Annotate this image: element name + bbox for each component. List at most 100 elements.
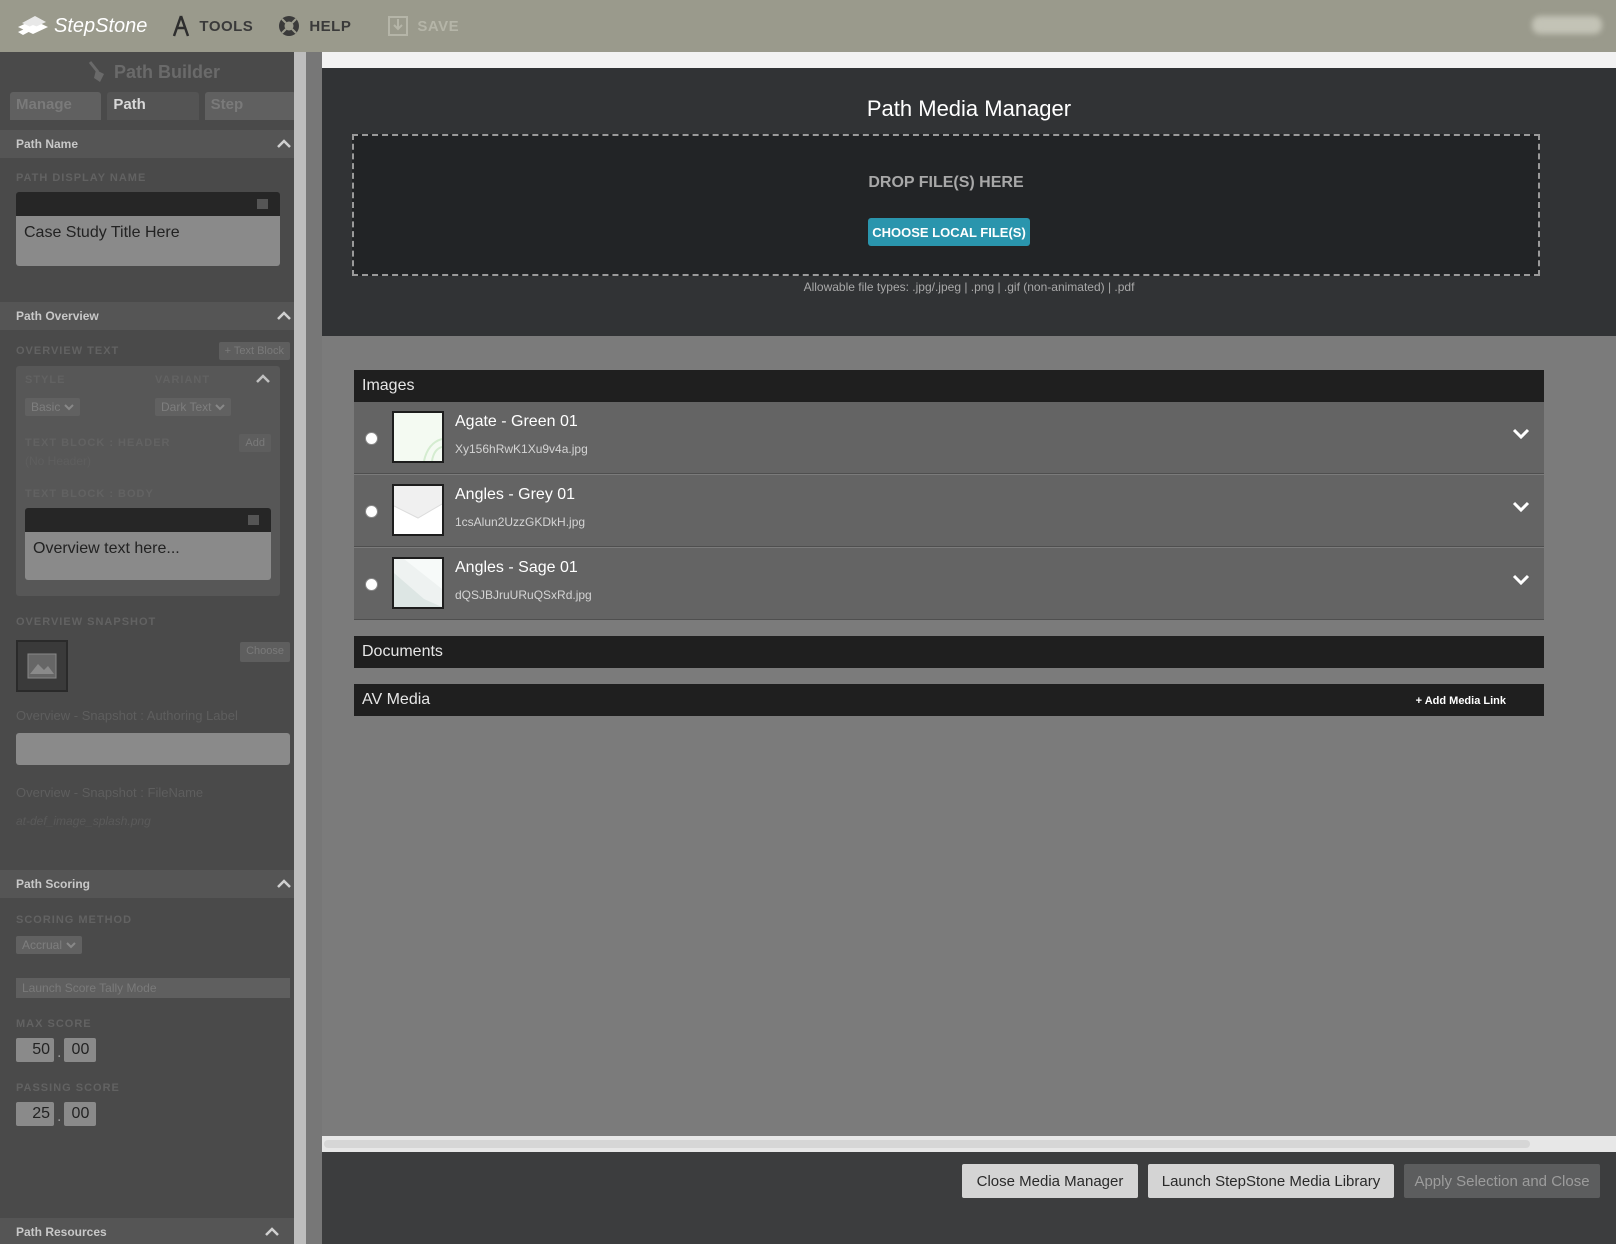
apply-selection-button[interactable]: Apply Selection and Close (1404, 1164, 1600, 1198)
path-name-body: PATH DISPLAY NAME Case Study Title Here (0, 158, 306, 266)
path-builder-sidebar: Path Builder Manage Path Step Path Name … (0, 52, 306, 1244)
snapshot-thumbnail (16, 640, 68, 692)
chevron-down-icon (215, 403, 226, 410)
av-media-section-header: AV Media + Add Media Link (354, 684, 1544, 716)
path-map-strip (322, 52, 1616, 68)
chevron-up-icon[interactable] (255, 374, 271, 384)
horizontal-scrollbar[interactable] (324, 1140, 1530, 1148)
chevron-up-icon[interactable] (264, 1227, 280, 1237)
av-media-header-text: AV Media (362, 691, 431, 708)
image-filename: 1csAlun2UzzGKDkH.jpg (455, 515, 586, 529)
documents-header-text: Documents (362, 643, 443, 660)
select-radio[interactable] (365, 578, 378, 591)
add-header-button[interactable]: Add (239, 434, 271, 452)
help-menu[interactable]: HELP (277, 14, 351, 38)
media-list-item[interactable]: Angles - Grey 01 1csAlun2UzzGKDkH.jpg (354, 475, 1544, 547)
style-select-value: Basic (31, 400, 61, 414)
chevron-down-icon[interactable] (1512, 428, 1530, 440)
add-text-block-button[interactable]: + Text Block (218, 342, 290, 360)
text-block-card: STYLE VARIANT Basic Dark Text TEXT BLOCK… (16, 366, 280, 596)
path-display-name-editor[interactable]: Case Study Title Here (16, 192, 280, 266)
max-score-integer-input[interactable]: 50 (16, 1038, 54, 1062)
user-menu[interactable] (1532, 16, 1602, 34)
variant-select-value: Dark Text (161, 400, 212, 414)
top-bar: StepStone TOOLS HELP SAVE (0, 0, 1616, 52)
overview-snapshot-label: OVERVIEW SNAPSHOT (16, 616, 157, 628)
select-radio[interactable] (365, 505, 378, 518)
chevron-up-icon[interactable] (276, 879, 292, 889)
passing-score-integer-input[interactable]: 25 (16, 1102, 54, 1126)
images-header-text: Images (362, 377, 415, 394)
variant-select[interactable]: Dark Text (155, 398, 232, 416)
angles-grey-thumbnail (394, 486, 442, 534)
image-placeholder-icon (27, 653, 57, 679)
tab-manage[interactable]: Manage (10, 92, 102, 120)
text-block-body-label: TEXT BLOCK : BODY (25, 488, 154, 500)
max-score-decimal-input[interactable]: 00 (64, 1038, 97, 1062)
file-drop-zone[interactable]: DROP FILE(S) HERE CHOOSE LOCAL FILE(S) (352, 134, 1540, 276)
stepstone-logo-icon (18, 16, 48, 35)
tab-path[interactable]: Path (107, 92, 199, 120)
path-resources-header[interactable]: Path Resources (0, 1218, 294, 1244)
authoring-label-input[interactable] (16, 733, 290, 765)
chevron-down-icon (66, 941, 76, 948)
style-select[interactable]: Basic (25, 398, 81, 416)
path-overview-title: Path Overview (16, 309, 99, 323)
chevron-up-icon[interactable] (276, 311, 292, 321)
shovel-icon (88, 61, 104, 82)
sidebar-tabs: Manage Path Step (0, 92, 306, 120)
image-title: Angles - Sage 01 (455, 559, 578, 576)
launch-media-library-button[interactable]: Launch StepStone Media Library (1148, 1164, 1394, 1198)
save-button[interactable]: SAVE (387, 15, 459, 37)
allowable-file-types: Allowable file types: .jpg/.jpeg | .png … (803, 280, 1135, 294)
passing-score-label: PASSING SCORE (16, 1082, 120, 1094)
tab-step[interactable]: Step (204, 92, 296, 120)
chevron-down-icon[interactable] (1512, 574, 1530, 586)
style-label: STYLE (25, 374, 66, 386)
close-media-manager-button[interactable]: Close Media Manager (962, 1164, 1138, 1198)
chevron-up-icon[interactable] (276, 139, 292, 149)
image-filename: Xy156hRwK1Xu9v4a.jpg (455, 442, 588, 456)
documents-section-header: Documents (354, 636, 1544, 668)
sidebar-divider[interactable] (294, 52, 306, 1244)
image-thumbnail (392, 557, 444, 609)
editor-toolbar (16, 192, 280, 216)
scoring-method-select[interactable]: Accrual (16, 936, 83, 954)
brand-name: StepStone (54, 14, 148, 37)
passing-score-decimal-input[interactable]: 00 (64, 1102, 97, 1126)
media-manager-footer: Close Media Manager Launch StepStone Med… (322, 1152, 1616, 1244)
filename-value: at-def_image_splash.png (16, 814, 151, 828)
launch-score-tally-button[interactable]: Launch Score Tally Mode (16, 978, 290, 998)
chevron-down-icon (64, 403, 75, 410)
stepstone-logo[interactable]: StepStone (16, 13, 147, 39)
media-list-item[interactable]: Agate - Green 01 Xy156hRwK1Xu9v4a.jpg (354, 402, 1544, 474)
select-radio[interactable] (365, 432, 378, 445)
filename-caption: Overview - Snapshot : FileName (16, 785, 204, 800)
path-display-name-label: PATH DISPLAY NAME (16, 172, 147, 184)
image-thumbnail (392, 411, 444, 463)
media-list-item[interactable]: Angles - Sage 01 dQSJBJruURuQSxRd.jpg (354, 548, 1544, 620)
path-display-name-field[interactable]: Case Study Title Here (16, 216, 280, 266)
tools-menu[interactable]: TOOLS (171, 14, 253, 38)
choose-snapshot-button[interactable]: Choose (240, 642, 290, 662)
sidebar-title-text: Path Builder (113, 61, 220, 82)
variant-label: VARIANT (155, 374, 211, 386)
path-scoring-header[interactable]: Path Scoring (0, 870, 306, 898)
no-header-text: (No Header) (25, 454, 92, 468)
body-text-editor[interactable]: Overview text here... (25, 508, 271, 580)
media-manager-title: Path Media Manager (866, 96, 1072, 121)
choose-local-files-button[interactable]: CHOOSE LOCAL FILE(S) (868, 218, 1030, 246)
path-overview-header[interactable]: Path Overview (0, 302, 306, 330)
save-label: SAVE (417, 17, 460, 35)
dropdown-icon[interactable] (248, 515, 259, 525)
chevron-down-icon[interactable] (1512, 501, 1530, 513)
path-overview-body: OVERVIEW TEXT + Text Block STYLE VARIANT… (0, 342, 306, 828)
add-media-link-button[interactable]: + Add Media Link (1416, 695, 1506, 707)
body-text-field[interactable]: Overview text here... (25, 532, 271, 580)
scoring-method-value: Accrual (22, 938, 63, 952)
image-filename: dQSJBJruURuQSxRd.jpg (455, 588, 592, 602)
dropdown-icon[interactable] (257, 199, 268, 209)
path-name-header[interactable]: Path Name (0, 130, 306, 158)
agate-green-thumbnail (394, 413, 442, 461)
help-icon (279, 16, 300, 36)
